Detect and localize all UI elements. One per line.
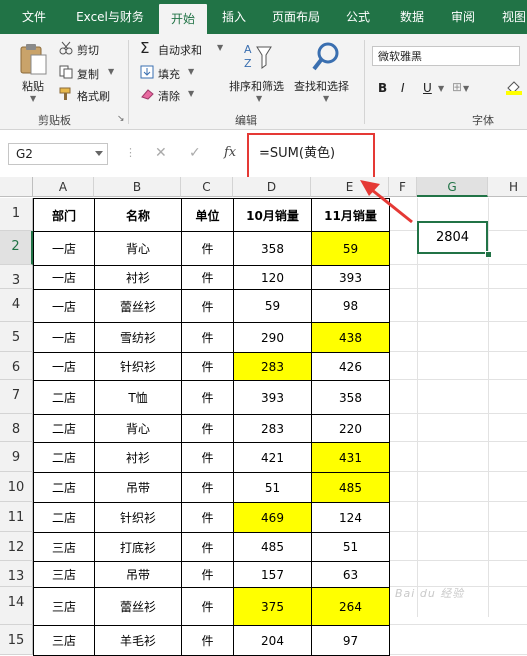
table-cell[interactable]: 97 bbox=[311, 625, 390, 656]
table-cell[interactable]: 204 bbox=[233, 625, 312, 656]
gridline bbox=[389, 654, 527, 655]
table-cell[interactable]: 羊毛衫 bbox=[94, 625, 182, 656]
table-cell[interactable]: 三店 bbox=[33, 625, 95, 656]
gridline bbox=[389, 624, 527, 625]
annotation-arrow bbox=[360, 180, 413, 224]
table-cell[interactable]: 件 bbox=[181, 625, 234, 656]
watermark: Bai du 经验 bbox=[395, 587, 465, 600]
row-header-15[interactable]: 15 bbox=[0, 625, 33, 655]
